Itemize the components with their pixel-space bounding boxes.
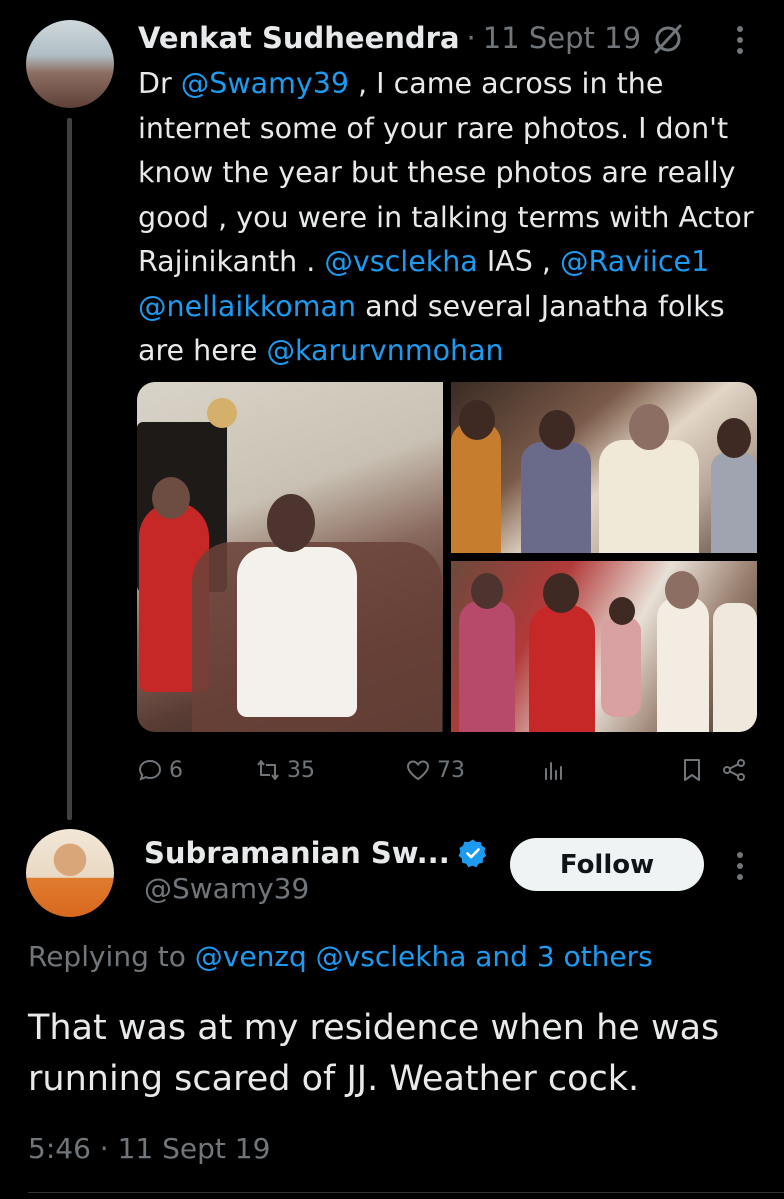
muted-icon xyxy=(654,24,682,54)
tweet-media-grid[interactable] xyxy=(137,382,757,732)
like-count: 73 xyxy=(437,757,465,783)
photo-2[interactable] xyxy=(451,382,757,553)
reply-author-handle[interactable]: @Swamy39 xyxy=(144,872,309,905)
tweet-text-segment: IAS , xyxy=(477,245,561,278)
author-avatar[interactable] xyxy=(26,20,114,108)
verified-badge-icon xyxy=(458,839,486,868)
tweet-date[interactable]: 11 Sept 19 xyxy=(483,21,641,55)
tweet-text: Dr @Swamy39 , I came across in the inter… xyxy=(138,62,768,374)
more-icon[interactable] xyxy=(728,22,752,58)
bookmark-button[interactable] xyxy=(679,752,705,788)
reply-author-name-row: Subramanian Sw... xyxy=(144,834,488,872)
tweet-text-segment: Dr xyxy=(138,67,181,100)
reply-count: 6 xyxy=(169,757,183,783)
share-icon xyxy=(723,759,745,781)
replying-to-users[interactable]: @venzq @vsclekha and 3 others xyxy=(195,940,653,973)
reply-author-name[interactable]: Subramanian Sw... xyxy=(144,836,450,870)
mention-link[interactable]: @Swamy39 xyxy=(181,67,349,100)
views-icon xyxy=(545,762,562,780)
mention-link[interactable]: @karurvnmohan xyxy=(266,334,503,367)
tweet-text-segment xyxy=(709,245,718,278)
more-icon[interactable] xyxy=(728,848,752,884)
mention-link[interactable]: @Raviice1 xyxy=(560,245,709,278)
mention-link[interactable]: @vsclekha xyxy=(324,245,477,278)
divider xyxy=(28,1192,784,1193)
retweet-icon xyxy=(257,760,279,780)
tweet-header: Venkat Sudheendra · 11 Sept 19 xyxy=(138,18,641,58)
like-icon xyxy=(406,760,430,781)
author-name[interactable]: Venkat Sudheendra xyxy=(138,21,460,55)
retweet-count: 35 xyxy=(287,757,315,783)
photo-3[interactable] xyxy=(451,561,757,732)
reply-button[interactable]: 6 xyxy=(137,752,183,788)
reply-text: That was at my residence when he was run… xyxy=(28,1008,720,1099)
replying-to-prefix: Replying to xyxy=(28,940,195,973)
mention-link[interactable]: @nellaikkoman xyxy=(138,290,356,323)
replying-to-line: Replying to @venzq @vsclekha and 3 other… xyxy=(28,940,653,973)
reply-icon xyxy=(138,759,162,781)
tweet-action-bar: 6 35 73 xyxy=(137,752,757,788)
header-separator: · xyxy=(466,21,476,55)
retweet-button[interactable]: 35 xyxy=(255,752,315,788)
reply-author-avatar[interactable] xyxy=(26,829,114,917)
bookmark-icon xyxy=(684,759,700,781)
photo-1[interactable] xyxy=(137,382,443,732)
share-button[interactable] xyxy=(721,752,747,788)
thread-connector-line xyxy=(67,118,72,820)
views-button[interactable] xyxy=(541,752,567,788)
reply-timestamp[interactable]: 5:46 · 11 Sept 19 xyxy=(28,1132,270,1165)
follow-button[interactable]: Follow xyxy=(510,838,704,891)
like-button[interactable]: 73 xyxy=(405,752,465,788)
